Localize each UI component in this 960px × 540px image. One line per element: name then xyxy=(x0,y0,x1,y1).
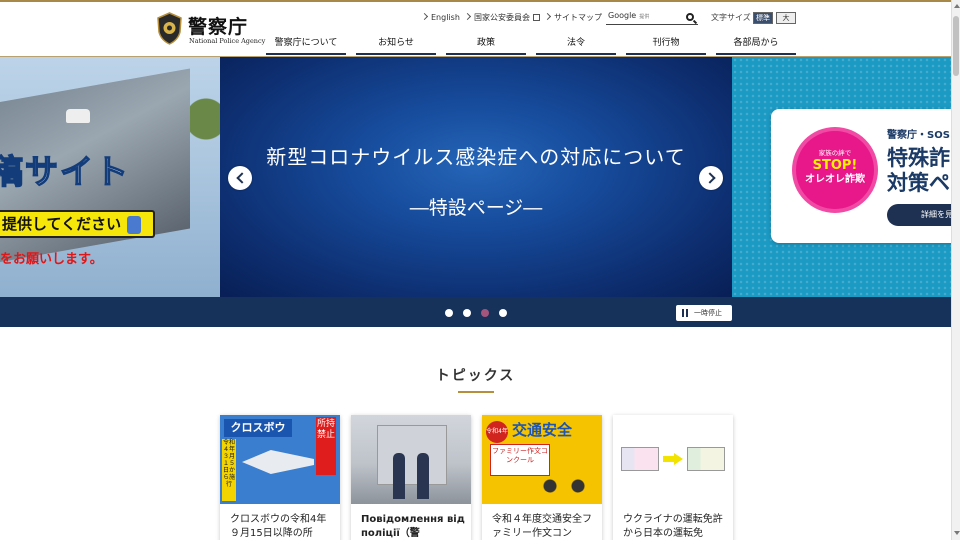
stop-fraud-badge: 家族の絆で STOP! オレオレ詐欺 xyxy=(796,131,874,209)
pause-button[interactable]: 一時停止 xyxy=(676,305,732,321)
slide-covid[interactable]: 新型コロナウイルス感染症への対応について ―特設ページ― xyxy=(220,57,732,297)
topic-card-crossbow[interactable]: クロスボウ 所持禁止 令和４年３月１５日から施行 クロスボウの令和4年９月15日… xyxy=(220,415,340,540)
logo-title: 警察庁 xyxy=(188,16,249,38)
topic-card-traffic-safety[interactable]: 令和4年度 交通安全 ファミリー作文コンクール 令和４年度交通安全ファミリー作文… xyxy=(482,415,602,540)
font-size-standard-button[interactable]: 標準 xyxy=(753,12,773,24)
external-link-icon xyxy=(533,14,540,21)
topic-caption[interactable]: 令和４年度交通安全ファミリー作文コン xyxy=(492,513,596,540)
topic-card-ukrainian[interactable]: Повідомлення від поліції（警 xyxy=(351,415,471,540)
officer-figure xyxy=(393,453,405,499)
carousel-dot-3[interactable] xyxy=(481,309,489,317)
topic-caption[interactable]: Повідомлення від поліції（警 xyxy=(361,513,465,540)
scroll-thumb[interactable] xyxy=(953,16,959,76)
next-arrow-icon[interactable] xyxy=(699,166,723,190)
slide-subtitle: ―特設ページ― xyxy=(409,197,543,219)
car-image xyxy=(66,109,90,123)
slide-left-heading: 稿サイト xyxy=(0,151,130,192)
topic-image xyxy=(613,415,733,504)
slide-left-banner: 提供してください xyxy=(0,210,155,238)
carousel-controls: 一時停止 xyxy=(0,297,951,327)
font-size-label: 文字サイズ xyxy=(711,13,751,22)
carousel-dot-1[interactable] xyxy=(445,309,453,317)
site-logo[interactable]: 警察庁 National Police Agency xyxy=(156,12,265,48)
topics-heading: トピックス xyxy=(435,368,516,384)
topic-image: 令和4年度 交通安全 ファミリー作文コンクール xyxy=(482,415,602,504)
site-header: 警察庁 National Police Agency English 国家公安委… xyxy=(0,2,951,57)
nav-policy[interactable]: 政策 xyxy=(446,35,526,55)
license-card-image xyxy=(621,447,659,471)
sitemap-link[interactable]: サイトマップ xyxy=(543,11,602,25)
slide-earthquake-info[interactable]: 稿サイト 提供してください をお願いします。 xyxy=(0,57,220,297)
slide-title: 新型コロナウイルス感染症への対応について xyxy=(266,145,686,169)
fraud-heading-small: 警察庁・SOS xyxy=(887,130,950,141)
english-link[interactable]: English xyxy=(420,11,460,25)
font-size-large-button[interactable]: 大 xyxy=(776,12,796,24)
chevron-right-icon xyxy=(463,12,472,21)
search-input[interactable]: Google 提供 xyxy=(606,11,698,25)
arrow-right-icon xyxy=(663,453,683,465)
topic-card-license[interactable]: ウクライナの運転免許から日本の運転免 xyxy=(613,415,733,540)
chevron-right-icon xyxy=(543,12,552,21)
logo-subtitle: National Police Agency xyxy=(189,37,266,45)
license-card-image xyxy=(687,447,725,471)
nav-publications[interactable]: 刊行物 xyxy=(626,35,706,55)
hero-carousel: 稿サイト 提供してください をお願いします。 新型コロナウイルス感染症への対応に… xyxy=(0,57,951,297)
smartphone-icon xyxy=(127,215,142,234)
slide-fraud-prevention[interactable]: 家族の絆で STOP! オレオレ詐欺 警察庁・SOS 特殊詐 対策ペ 詳細を見 xyxy=(732,57,951,297)
nav-laws[interactable]: 法令 xyxy=(536,35,616,55)
page-scrollbar[interactable] xyxy=(951,0,960,540)
fraud-details-button[interactable]: 詳細を見 xyxy=(887,204,951,226)
carousel-dot-2[interactable] xyxy=(463,309,471,317)
nav-about[interactable]: 警察庁について xyxy=(266,35,346,55)
commission-link[interactable]: 国家公安委員会 xyxy=(463,11,540,25)
chevron-right-icon xyxy=(420,12,429,21)
scroll-down-icon[interactable] xyxy=(954,531,960,535)
nav-news[interactable]: お知らせ xyxy=(356,35,436,55)
search-hint: 提供 xyxy=(639,14,650,20)
officer-figure xyxy=(417,453,429,499)
topic-image: クロスボウ 所持禁止 令和４年３月１５日から施行 xyxy=(220,415,340,504)
topics-underline xyxy=(458,391,494,393)
topic-caption[interactable]: クロスボウの令和4年９月15日以降の所 xyxy=(230,513,334,540)
fraud-card: 家族の絆で STOP! オレオレ詐欺 警察庁・SOS 特殊詐 対策ペ 詳細を見 xyxy=(771,109,951,243)
prev-arrow-icon[interactable] xyxy=(228,166,252,190)
search-icon[interactable] xyxy=(686,13,694,21)
slide-left-note: をお願いします。 xyxy=(0,252,103,267)
topic-caption[interactable]: ウクライナの運転免許から日本の運転免 xyxy=(623,513,727,540)
bicycle-image xyxy=(536,465,592,495)
topic-image xyxy=(351,415,471,504)
carousel-dot-4[interactable] xyxy=(499,309,507,317)
scroll-up-icon[interactable] xyxy=(954,4,960,8)
nav-departments[interactable]: 各部局から xyxy=(716,35,796,55)
crossbow-image xyxy=(242,450,314,474)
emblem-icon xyxy=(157,12,182,45)
fraud-heading-line2: 対策ペ xyxy=(887,171,950,195)
search-brand: Google xyxy=(608,11,637,20)
